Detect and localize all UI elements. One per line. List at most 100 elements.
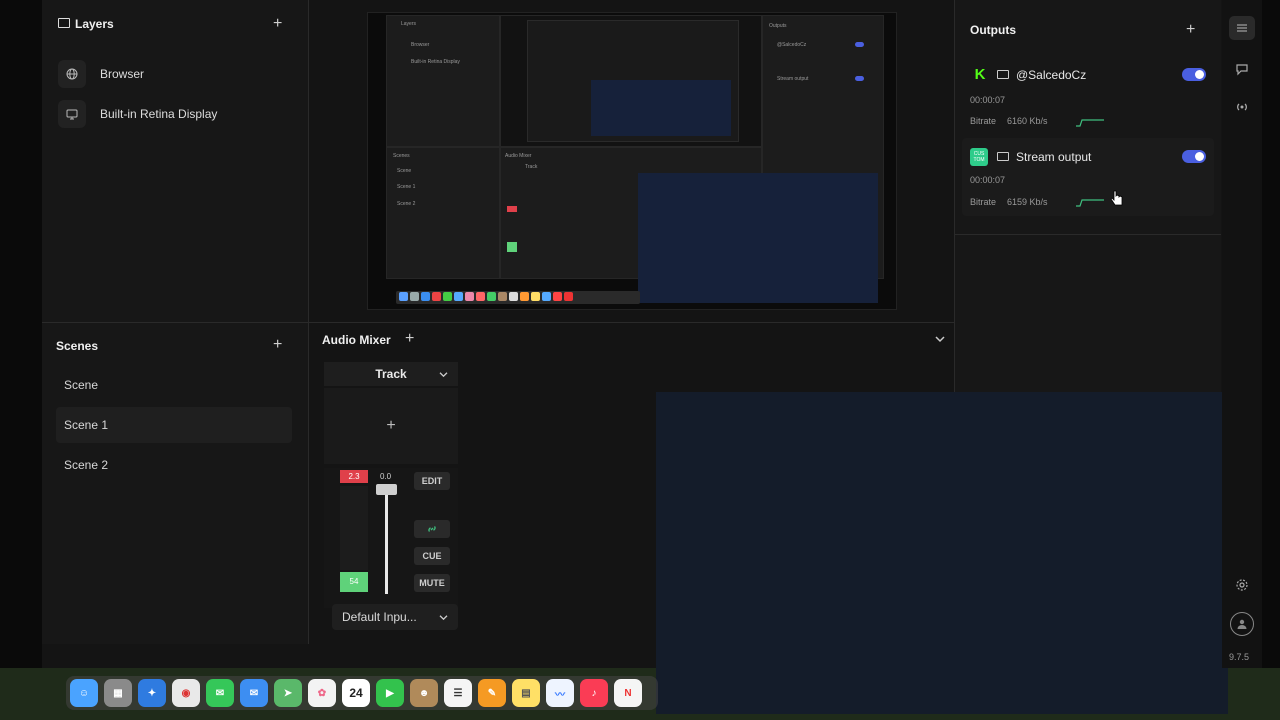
input-select[interactable]: Default Inpu...	[332, 604, 458, 630]
output-toggle[interactable]	[1182, 68, 1206, 81]
custom-logo-icon: CUS TOM	[970, 148, 988, 166]
mini-text: Scenes	[393, 153, 410, 159]
layers-panel: Layers + Browser Built-in Retina Display	[42, 0, 308, 322]
output-card[interactable]: K @SalcedoCz 00:00:07 Bitrate 6160 Kb/s	[962, 58, 1214, 134]
launchpad-icon[interactable]: ▦	[104, 679, 132, 707]
monitor-icon	[997, 70, 1009, 79]
calendar-icon[interactable]: 24	[342, 679, 370, 707]
reminders-icon[interactable]: ☰	[444, 679, 472, 707]
kick-logo-icon: K	[974, 65, 986, 83]
scene-item[interactable]: Scene	[56, 367, 292, 403]
audio-track: Track + 2.3 54 0.0 EDIT CUE MUTE	[324, 362, 458, 608]
mini-dock	[396, 291, 640, 304]
news-icon[interactable]: N	[614, 679, 642, 707]
scenes-title: Scenes	[56, 339, 99, 353]
mini-text: Layers	[401, 21, 417, 27]
add-source-button[interactable]: +	[324, 388, 458, 464]
layer-label: Built-in Retina Display	[100, 107, 218, 121]
mini-text: @SalcedoCz	[777, 42, 807, 48]
mini-text: Audio Mixer	[505, 153, 532, 159]
fader-handle[interactable]	[376, 484, 397, 495]
bitrate-value: 6159 Kb/s	[1007, 197, 1048, 207]
preview-panel: Layers Browser Built-in Retina Display S…	[309, 0, 954, 322]
pages-icon[interactable]: ✎	[478, 679, 506, 707]
add-layer-button[interactable]: +	[273, 16, 282, 32]
mini-scenes-panel: Scenes Scene Scene 1 Scene 2	[386, 147, 500, 279]
add-scene-button[interactable]: +	[273, 337, 282, 353]
mail-icon[interactable]: ✉	[240, 679, 268, 707]
scene-item[interactable]: Scene 2	[56, 447, 292, 483]
finder-icon[interactable]: ☺	[70, 679, 98, 707]
output-toggle[interactable]	[1182, 150, 1206, 163]
meter-area: 2.3 54 0.0 EDIT CUE MUTE	[324, 468, 458, 608]
add-audio-button[interactable]: +	[405, 331, 414, 347]
macos-dock: ☺ ▦ ✦ ◉ ✉ ✉ ➤ ✿ 24 ▶ ☻ ☰ ✎ ▤ 〰 ♪ N	[66, 676, 658, 710]
edit-button[interactable]: EDIT	[414, 472, 450, 490]
photos-icon[interactable]: ✿	[308, 679, 336, 707]
avatar[interactable]	[1230, 612, 1254, 636]
track-header[interactable]: Track	[324, 362, 458, 386]
globe-icon	[58, 60, 86, 88]
mini-text: Scene 2	[397, 201, 416, 207]
mini-text: Built-in Retina Display	[411, 59, 460, 65]
bitrate-sparkline	[1076, 119, 1104, 127]
gear-icon[interactable]	[1235, 578, 1249, 597]
mini-text: Stream output	[777, 76, 809, 82]
mini-preview	[500, 15, 762, 147]
mute-button[interactable]: MUTE	[414, 574, 450, 592]
mini-text: Browser	[411, 42, 430, 48]
contacts-icon[interactable]: ☻	[410, 679, 438, 707]
output-time: 00:00:07	[970, 95, 1006, 105]
track-label: Track	[375, 367, 407, 381]
cue-button[interactable]: CUE	[414, 547, 450, 565]
volume-meter	[340, 486, 368, 570]
divider	[955, 234, 1221, 235]
mini-text: Track	[525, 164, 538, 170]
mini-text: Scene 1	[397, 184, 416, 190]
chat-icon[interactable]	[1235, 62, 1249, 81]
bitrate-label: Bitrate	[970, 116, 997, 126]
link-button[interactable]	[414, 520, 450, 538]
settings-sliders-icon[interactable]	[1229, 16, 1255, 40]
chevron-down-icon	[439, 372, 448, 378]
layer-item-display[interactable]: Built-in Retina Display	[58, 98, 217, 130]
chevron-down-icon	[439, 614, 448, 620]
bitrate-label: Bitrate	[970, 197, 997, 207]
fader-track	[385, 486, 388, 594]
cursor-icon	[1110, 190, 1123, 206]
peak-indicator: 2.3	[340, 470, 368, 483]
maps-icon[interactable]: ➤	[274, 679, 302, 707]
link-icon	[428, 526, 436, 532]
bitrate-sparkline	[1076, 199, 1104, 207]
safari-icon[interactable]: ✦	[138, 679, 166, 707]
scenes-panel: Scenes + Scene Scene 1 Scene 2	[42, 323, 308, 644]
layer-item-browser[interactable]: Browser	[58, 58, 144, 90]
input-select-label: Default Inpu...	[342, 610, 417, 624]
output-name: Stream output	[1016, 150, 1092, 164]
facetime-icon[interactable]: ▶	[376, 679, 404, 707]
output-card[interactable]: CUS TOM Stream output 00:00:07 Bitrate 6…	[962, 138, 1214, 216]
output-name: @SalcedoCz	[1016, 68, 1087, 82]
level-indicator: 54	[340, 572, 368, 592]
freeform-icon[interactable]: 〰	[546, 679, 574, 707]
chrome-icon[interactable]: ◉	[172, 679, 200, 707]
audio-mixer-title: Audio Mixer	[322, 333, 391, 347]
version-label: 9.7.5	[1229, 652, 1250, 662]
mini-text: Outputs	[769, 23, 787, 29]
background-region	[656, 668, 1228, 714]
fader-value: 0.0	[380, 472, 392, 481]
monitor-icon	[997, 152, 1009, 161]
broadcast-icon[interactable]	[1235, 100, 1249, 119]
scene-item-selected[interactable]: Scene 1	[56, 407, 292, 443]
music-icon[interactable]: ♪	[580, 679, 608, 707]
layer-label: Browser	[100, 67, 145, 81]
notes-icon[interactable]: ▤	[512, 679, 540, 707]
outputs-title: Outputs	[970, 23, 1016, 37]
preview-canvas[interactable]: Layers Browser Built-in Retina Display S…	[367, 12, 897, 310]
messages-icon[interactable]: ✉	[206, 679, 234, 707]
monitor-icon	[58, 100, 86, 128]
output-time: 00:00:07	[970, 175, 1006, 185]
add-output-button[interactable]: +	[1186, 22, 1195, 38]
chevron-down-icon[interactable]	[935, 335, 945, 343]
layers-icon	[58, 18, 70, 28]
